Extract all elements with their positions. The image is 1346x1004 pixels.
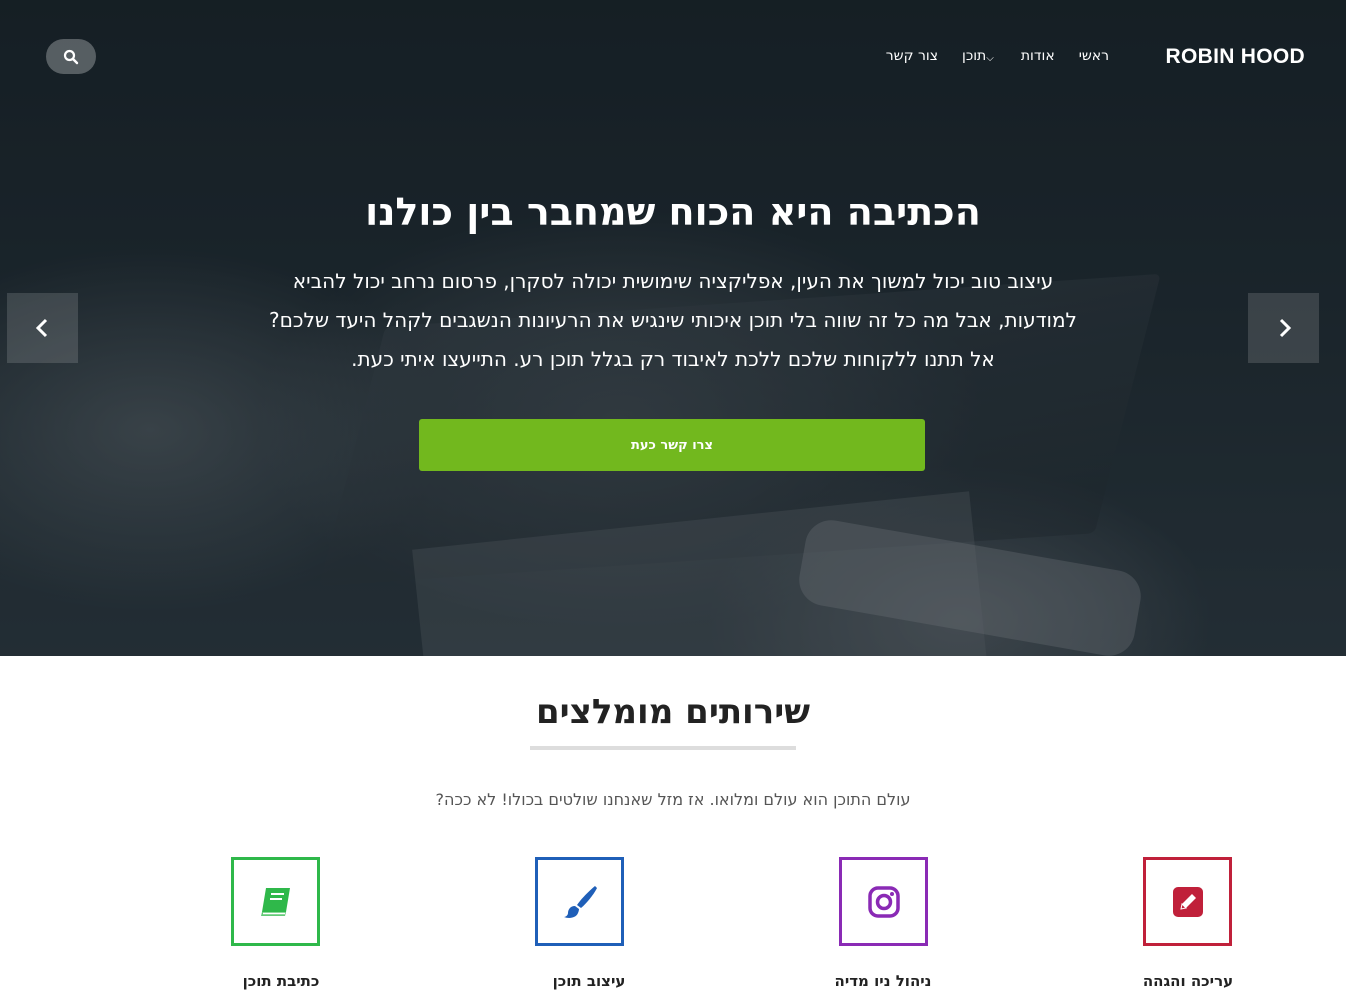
nav-item-label: ראשי	[1078, 48, 1109, 64]
paintbrush-icon	[563, 885, 597, 918]
nav-item-about[interactable]: אודות	[1009, 48, 1067, 64]
services-subtitle: עולם התוכן הוא עולם ומלואו. אז מזל שאנחנ…	[435, 790, 911, 809]
nav-item-contact[interactable]: צור קשר	[874, 48, 950, 64]
contact-now-button[interactable]: צרו קשר כעת	[419, 419, 925, 471]
service-new-media-box[interactable]	[839, 857, 928, 946]
search-icon	[63, 49, 79, 64]
main-nav: ראשי אודות תוכן ⌵ צור קשר	[874, 48, 1121, 64]
title-underline	[530, 746, 796, 750]
chevron-right-icon	[1279, 318, 1291, 338]
search-button[interactable]	[46, 39, 96, 74]
carousel-next-button[interactable]	[1248, 293, 1319, 363]
carousel-prev-button[interactable]	[7, 293, 78, 363]
nav-item-label: אודות	[1020, 48, 1055, 64]
site-logo[interactable]: ROBIN HOOD	[1166, 45, 1306, 69]
service-content-design-label[interactable]: עיצוב תוכן	[509, 972, 669, 990]
service-editing-label[interactable]: עריכה והגהה	[1108, 972, 1268, 990]
hero-section: ROBIN HOOD ראשי אודות תוכן ⌵ צור קשר הכתי…	[0, 0, 1346, 656]
hero-text: עיצוב טוב יכול למשוך את העין, אפליקציה ש…	[269, 269, 1077, 371]
chevron-left-icon	[35, 318, 47, 338]
book-icon	[260, 887, 290, 916]
hero-title: הכתיבה היא הכוח שמחבר בין כולנו	[365, 190, 981, 234]
service-editing-box[interactable]	[1143, 857, 1232, 946]
chevron-down-icon: ⌵	[986, 52, 994, 64]
nav-item-label: צור קשר	[885, 48, 939, 64]
service-content-design-box[interactable]	[535, 857, 624, 946]
nav-item-label: תוכן	[962, 48, 987, 64]
pencil-square-icon	[1172, 886, 1203, 917]
nav-item-home[interactable]: ראשי	[1067, 48, 1121, 64]
instagram-icon	[867, 885, 900, 918]
service-new-media-label[interactable]: ניהול ניו מדיה	[803, 972, 963, 990]
services-title: שירותים מומלצים	[535, 692, 810, 732]
service-content-writing-box[interactable]	[231, 857, 320, 946]
service-content-writing-label[interactable]: כתיבת תוכן	[201, 972, 361, 990]
nav-item-content[interactable]: תוכן ⌵	[950, 48, 1009, 64]
